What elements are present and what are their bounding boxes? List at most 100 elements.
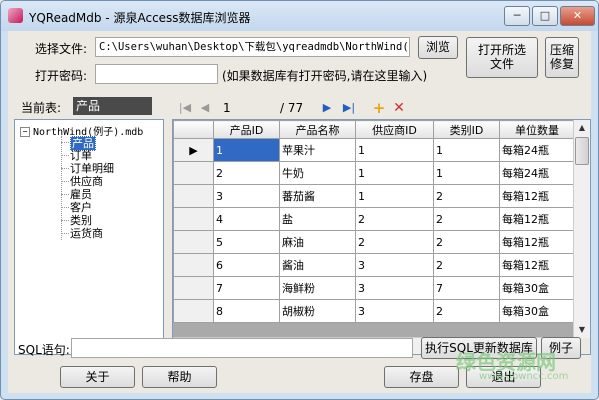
table-cell[interactable]: 3 (355, 253, 434, 277)
tree-item-orders[interactable]: 订单 (70, 149, 92, 162)
table-row[interactable]: 5 麻油 2 2 每箱12瓶 (173, 230, 575, 254)
table-cell[interactable]: 1 (213, 138, 280, 162)
table-cell[interactable]: 酱油 (279, 253, 356, 277)
table-cell[interactable]: 蕃茄酱 (279, 184, 356, 208)
table-cell[interactable]: 胡椒粉 (279, 299, 356, 323)
table-cell[interactable]: 2 (213, 161, 280, 185)
row-header[interactable] (173, 184, 214, 208)
column-header[interactable]: 单位数量 (499, 120, 575, 139)
tree-item-categories[interactable]: 类别 (70, 214, 92, 227)
watermark-url: www.downcc.com (479, 371, 569, 382)
password-label: 打开密码: (35, 69, 88, 83)
table-cell[interactable]: 2 (355, 230, 434, 254)
table-row[interactable]: 6 酱油 3 2 每箱12瓶 (173, 253, 575, 277)
collapse-icon[interactable]: − (20, 127, 30, 137)
table-cell[interactable]: 3 (213, 184, 280, 208)
table-cell[interactable]: 2 (433, 253, 500, 277)
help-button[interactable]: 帮助 (142, 366, 217, 388)
table-cell[interactable]: 麻油 (279, 230, 356, 254)
about-button[interactable]: 关于 (60, 366, 135, 388)
table-cell[interactable]: 1 (433, 138, 500, 162)
file-label: 选择文件: (35, 42, 88, 56)
table-cell[interactable]: 5 (213, 230, 280, 254)
table-cell[interactable]: 7 (213, 276, 280, 300)
vertical-scrollbar[interactable]: ▲ ▼ (573, 120, 590, 338)
tree-item-shippers[interactable]: 运货商 (70, 227, 103, 240)
maximize-button[interactable]: □ (532, 6, 558, 26)
table-cell[interactable]: 2 (433, 207, 500, 231)
table-cell[interactable]: 1 (355, 161, 434, 185)
save-button[interactable]: 存盘 (384, 366, 459, 388)
row-header[interactable] (173, 207, 214, 231)
table-cell[interactable]: 苹果汁 (279, 138, 356, 162)
row-header[interactable] (173, 299, 214, 323)
tree-item-customers[interactable]: 客户 (70, 201, 92, 214)
column-header[interactable]: 产品名称 (279, 120, 356, 139)
column-header[interactable]: 产品ID (213, 120, 280, 139)
record-position[interactable]: 1 (223, 101, 231, 115)
row-header[interactable] (173, 276, 214, 300)
column-header[interactable]: 类别ID (433, 120, 500, 139)
row-header[interactable] (173, 230, 214, 254)
table-cell[interactable]: 3 (355, 299, 434, 323)
table-cell[interactable]: 每箱24瓶 (499, 161, 575, 185)
table-cell[interactable]: 1 (355, 184, 434, 208)
first-record-icon[interactable]: |◀ (177, 100, 193, 116)
sql-input[interactable] (71, 338, 413, 358)
tree-item-suppliers[interactable]: 供应商 (70, 175, 103, 188)
scroll-down-icon[interactable]: ▼ (574, 322, 590, 338)
last-record-icon[interactable]: ▶| (341, 100, 357, 116)
table-row[interactable]: 3 蕃茄酱 1 2 每箱12瓶 (173, 184, 575, 208)
table-cell[interactable]: 每箱12瓶 (499, 184, 575, 208)
browse-button[interactable]: 浏览 (418, 36, 458, 59)
table-cell[interactable]: 2 (433, 184, 500, 208)
delete-record-icon[interactable]: ✕ (391, 100, 407, 116)
window-title: YQReadMdb - 源泉Access数据库浏览器 (29, 11, 251, 25)
table-cell[interactable]: 1 (433, 161, 500, 185)
open-file-button[interactable]: 打开所选 文件 (466, 37, 538, 78)
minimize-button[interactable]: ─ (504, 6, 530, 26)
table-cell[interactable]: 每箱12瓶 (499, 230, 575, 254)
data-grid[interactable]: 产品ID 产品名称 供应商ID 类别ID 单位数量 ▶ 1 苹果汁 1 1 每箱24瓶 2 牛… (172, 119, 591, 355)
row-header[interactable] (173, 253, 214, 277)
tree-item-employees[interactable]: 雇员 (70, 188, 92, 201)
table-cell[interactable]: 每箱30盒 (499, 276, 575, 300)
table-cell[interactable]: 每箱30盒 (499, 299, 575, 323)
current-row-indicator-icon[interactable]: ▶ (173, 138, 214, 162)
table-cell[interactable]: 海鲜粉 (279, 276, 356, 300)
table-row[interactable]: ▶ 1 苹果汁 1 1 每箱24瓶 (173, 138, 575, 162)
table-row[interactable]: 8 胡椒粉 3 2 每箱30盒 (173, 299, 575, 323)
table-cell[interactable]: 2 (433, 230, 500, 254)
add-record-icon[interactable]: + (371, 100, 387, 116)
compress-repair-button[interactable]: 压缩 修复 (545, 37, 579, 78)
table-cell[interactable]: 8 (213, 299, 280, 323)
table-row[interactable]: 7 海鲜粉 3 7 每箱30盒 (173, 276, 575, 300)
table-cell[interactable]: 4 (213, 207, 280, 231)
table-cell[interactable]: 牛奶 (279, 161, 356, 185)
scroll-up-icon[interactable]: ▲ (574, 120, 590, 136)
close-button[interactable]: ✕ (560, 6, 595, 26)
file-path-input[interactable]: C:\Users\wuhan\Desktop\下载包\yqreadmdb\Nor… (95, 37, 410, 57)
table-cell[interactable]: 2 (355, 207, 434, 231)
password-input[interactable] (95, 64, 218, 84)
table-cell[interactable]: 每箱12瓶 (499, 253, 575, 277)
tree-item-order-details[interactable]: 订单明细 (70, 162, 114, 175)
table-cell[interactable]: 2 (433, 299, 500, 323)
table-cell[interactable]: 1 (355, 138, 434, 162)
table-cell[interactable]: 盐 (279, 207, 356, 231)
table-cell[interactable]: 6 (213, 253, 280, 277)
table-row[interactable]: 2 牛奶 1 1 每箱24瓶 (173, 161, 575, 185)
column-header[interactable]: 供应商ID (355, 120, 434, 139)
next-record-icon[interactable]: ▶ (319, 100, 335, 116)
table-cell[interactable]: 每箱12瓶 (499, 207, 575, 231)
sql-label: SQL语句: (18, 343, 70, 357)
row-header[interactable] (173, 161, 214, 185)
table-cell[interactable]: 7 (433, 276, 500, 300)
table-tree[interactable]: − NorthWind(例子).mdb 产品 订单 订单明细 供应商 雇员 客户 … (14, 119, 164, 355)
table-row[interactable]: 4 盐 2 2 每箱12瓶 (173, 207, 575, 231)
vertical-scroll-thumb[interactable] (575, 137, 589, 165)
table-cell[interactable]: 3 (355, 276, 434, 300)
data-table: 产品ID 产品名称 供应商ID 类别ID 单位数量 ▶ 1 苹果汁 1 1 每箱24瓶 2 牛… (173, 120, 575, 323)
table-cell[interactable]: 每箱24瓶 (499, 138, 575, 162)
prev-record-icon[interactable]: ◀ (197, 100, 213, 116)
